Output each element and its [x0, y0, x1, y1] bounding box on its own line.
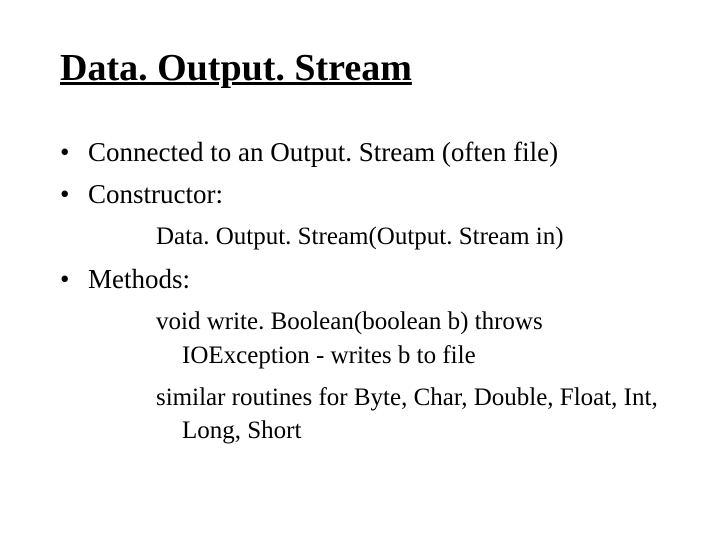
bullet-item: Constructor: Data. Output. Stream(Output…	[88, 176, 660, 254]
sub-item: void write. Boolean(boolean b) throws IO…	[122, 305, 660, 373]
sub-item: similar routines for Byte, Char, Double,…	[122, 381, 660, 449]
slide-title: Data. Output. Stream	[60, 46, 660, 90]
bullet-item: Methods: void write. Boolean(boolean b) …	[88, 261, 660, 448]
bullet-text: Constructor:	[88, 179, 223, 209]
bullet-item: Connected to an Output. Stream (often fi…	[88, 134, 660, 172]
sub-item: Data. Output. Stream(Output. Stream in)	[122, 220, 660, 254]
bullet-text: Methods:	[88, 264, 190, 294]
bullet-list: Connected to an Output. Stream (often fi…	[60, 134, 660, 448]
